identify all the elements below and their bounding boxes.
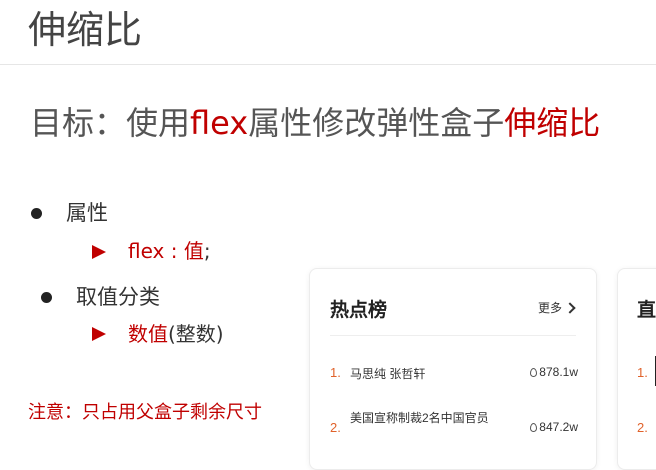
hot-heat: 878.1w [530,365,578,379]
hot-list-item[interactable]: 2. 美国宣称制裁2名中国官员 847.2w [330,409,578,449]
card-divider [330,335,576,336]
bullet-item-attribute: 属性 [66,201,108,225]
hot-rank: 2. [330,420,341,435]
bullet-dot-icon [31,208,42,219]
sub-item-text: 数值 [128,322,168,346]
goal-flex: flex [190,104,249,142]
page-title: 伸缩比 [28,8,143,52]
bullet-item-value-types: 取值分类 [76,285,160,309]
second-card-title: 直 [637,300,656,321]
goal-line: 目标：使用flex属性修改弹性盒子伸缩比 [30,100,600,146]
title-divider [0,64,656,65]
flame-icon [530,367,538,377]
hot-heat-value: 878.1w [539,365,578,379]
more-label: 更多 [537,301,562,315]
second-card: 直 1. 2. [617,268,656,470]
arrow-bullet-icon [92,327,106,341]
chevron-right-icon [564,301,576,314]
goal-highlight: 伸缩比 [504,104,601,142]
hot-item-text: 马思纯 张哲轩 [350,367,426,381]
hot-list-card: 热点榜 更多 1. 马思纯 张哲轩 878.1w 2. 美国宣称制裁2名中国官员… [309,268,597,470]
sub-item-suffix: ; [203,239,211,263]
sub-item-text: flex : 值 [128,239,204,263]
flame-icon [530,422,538,432]
second-card-rank: 2. [637,420,648,435]
hot-list-title: 热点榜 [330,300,388,321]
sub-item-suffix: (整数) [168,322,224,346]
sub-item-flex-value: flex : 值; [128,237,211,265]
sub-item-number: 数值(整数) [128,320,224,348]
more-link[interactable]: 更多 [537,299,576,316]
hot-item-text: 美国宣称制裁2名中国官员 [350,411,489,425]
second-card-rank: 1. [637,365,648,380]
goal-middle: 属性修改弹性盒子 [248,104,505,142]
arrow-bullet-icon [92,245,106,259]
hot-list-item[interactable]: 1. 马思纯 张哲轩 878.1w [330,365,578,385]
hot-heat: 847.2w [530,420,578,434]
goal-prefix: 目标：使用 [30,104,191,142]
note-text: 注意：只占用父盒子剩余尺寸 [28,402,262,423]
bullet-dot-icon [41,292,52,303]
hot-heat-value: 847.2w [539,420,578,434]
hot-rank: 1. [330,365,341,380]
